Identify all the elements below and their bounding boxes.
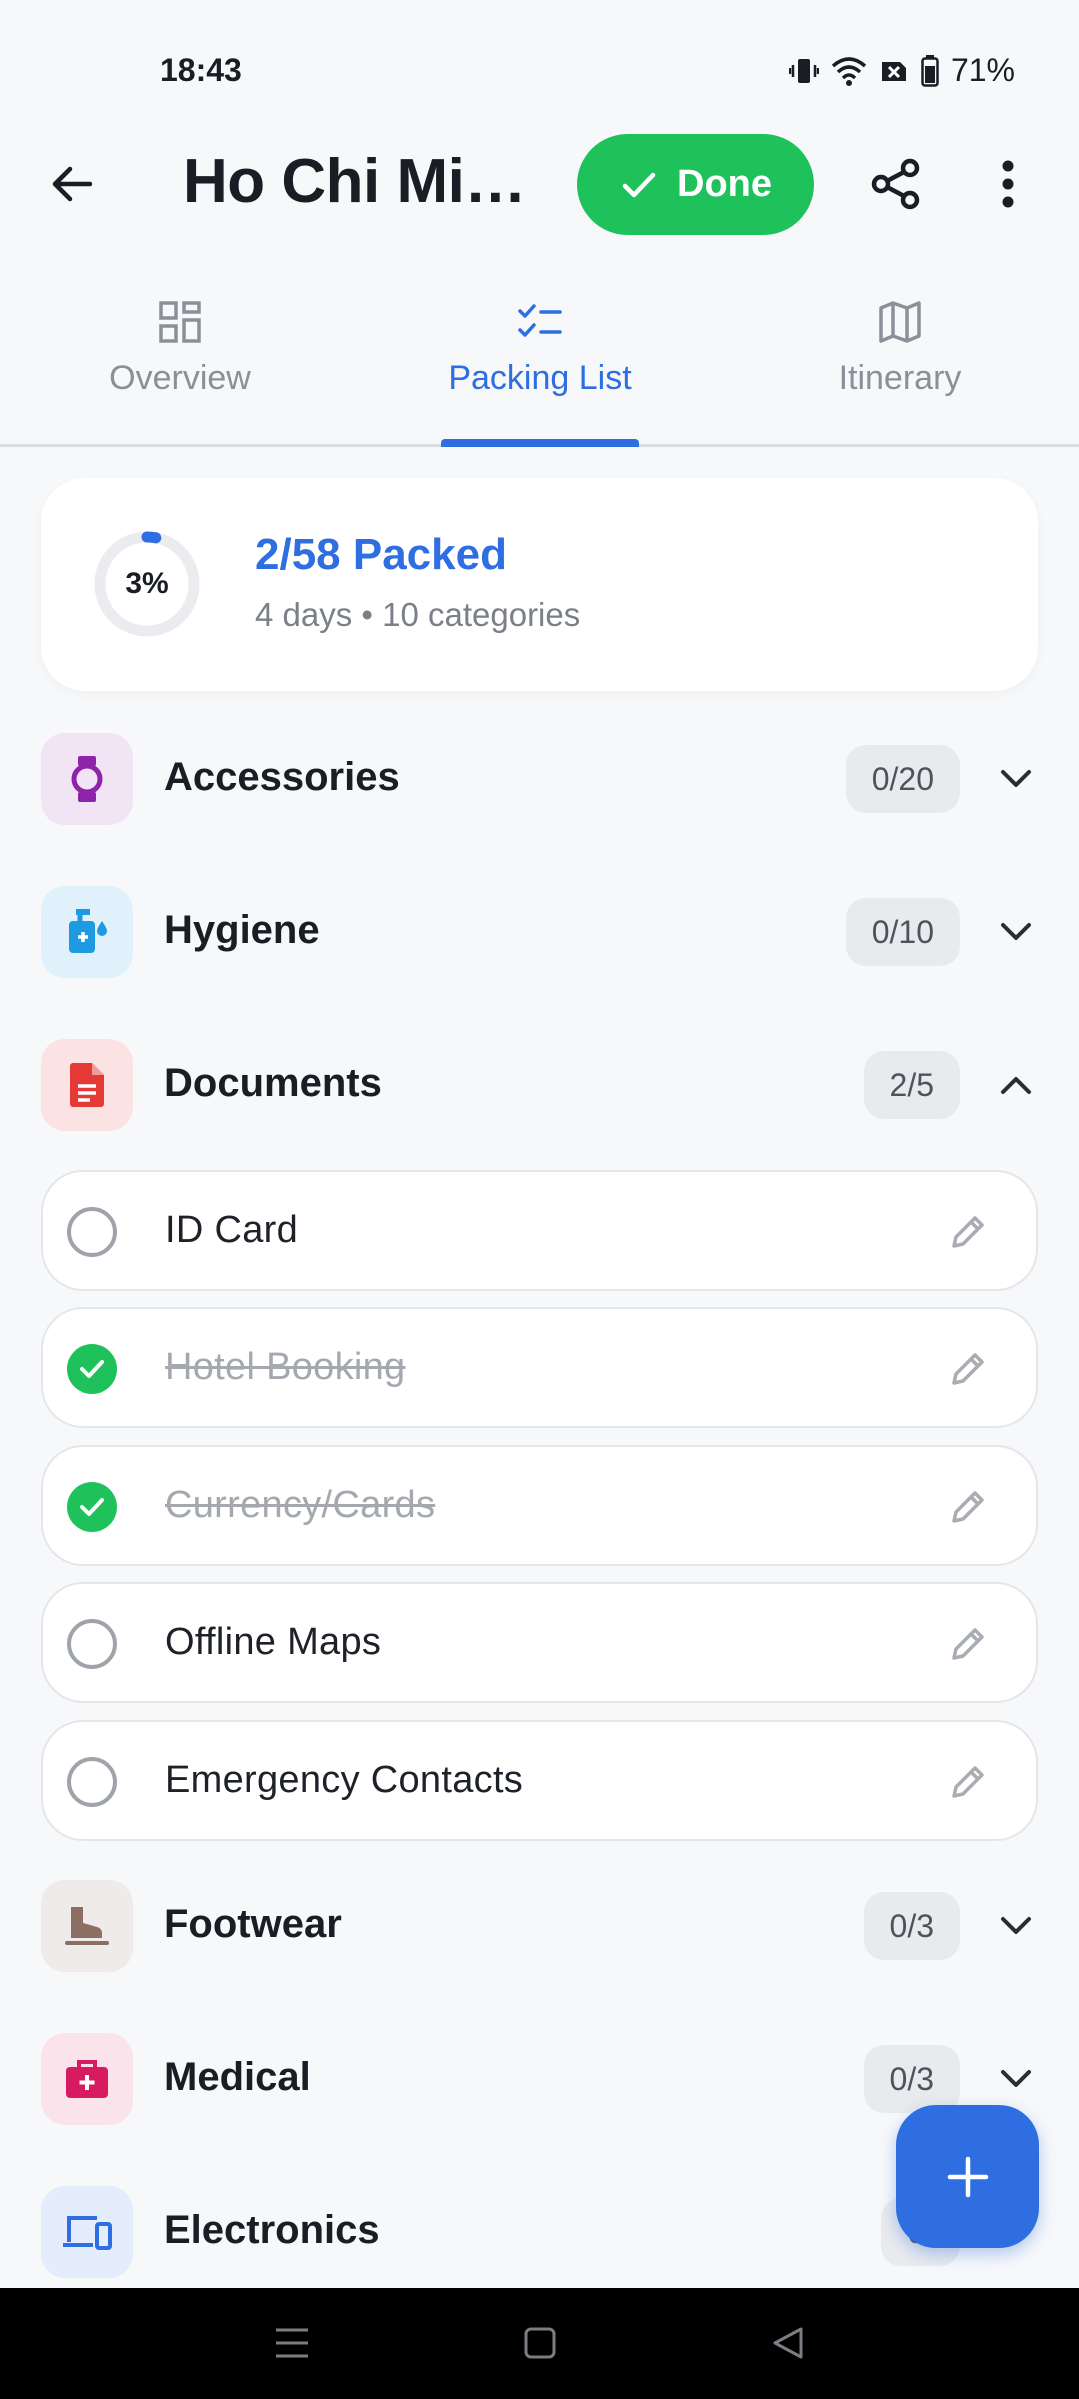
- category-name: Hygiene: [164, 908, 320, 952]
- tab-overview-label: Overview: [109, 359, 251, 397]
- app-bar: Ho Chi Min… Done: [0, 132, 1079, 236]
- document-icon: [41, 1039, 133, 1131]
- trip-summary: 4 days • 10 categories: [255, 596, 581, 633]
- category-name: Electronics: [164, 2208, 380, 2252]
- category-name: Accessories: [164, 755, 400, 799]
- packing-summary-card: 3% 2/58 Packed 4 days • 10 categories: [41, 478, 1038, 691]
- category-documents[interactable]: Documents 2/5: [41, 1039, 1038, 1131]
- more-vertical-icon: [1002, 160, 1014, 208]
- done-button[interactable]: Done: [577, 134, 814, 235]
- category-electronics[interactable]: Electronics 0/: [41, 2186, 1038, 2278]
- status-bar: 18:43 71%: [0, 0, 1079, 130]
- status-time: 18:43: [160, 52, 242, 88]
- item-label: Emergency Contacts: [165, 1759, 524, 1801]
- square-icon: [524, 2327, 556, 2359]
- list-item[interactable]: Hotel Booking: [41, 1307, 1038, 1428]
- list-item[interactable]: Offline Maps: [41, 1582, 1038, 1703]
- chevron-down-icon[interactable]: [994, 910, 1038, 954]
- category-name: Medical: [164, 2055, 311, 2099]
- item-checkbox-checked[interactable]: [67, 1482, 117, 1532]
- item-checkbox-checked[interactable]: [67, 1344, 117, 1394]
- item-checkbox[interactable]: [67, 1757, 117, 1807]
- triangle-back-icon: [773, 2327, 803, 2359]
- item-label: Hotel Booking: [165, 1346, 406, 1388]
- vibrate-icon: [788, 56, 819, 86]
- soap-icon: [41, 886, 133, 978]
- chevron-up-icon[interactable]: [994, 1063, 1038, 1107]
- more-options-button[interactable]: [984, 150, 1032, 218]
- item-label: Currency/Cards: [165, 1484, 436, 1526]
- checklist-icon: [517, 297, 563, 347]
- category-footwear[interactable]: Footwear 0/3: [41, 1880, 1038, 1972]
- chevron-down-icon[interactable]: [994, 2057, 1038, 2101]
- edit-icon[interactable]: [946, 1760, 990, 1804]
- category-medical[interactable]: Medical 0/3: [41, 2033, 1038, 2125]
- progress-percent: 3%: [125, 567, 169, 600]
- tab-packing-list[interactable]: Packing List: [390, 285, 690, 444]
- tab-packing-list-label: Packing List: [448, 359, 632, 397]
- packed-count: 2/58 Packed: [255, 530, 507, 579]
- item-label: Offline Maps: [165, 1621, 382, 1663]
- back-nav-button[interactable]: [758, 2318, 818, 2368]
- menu-icon: [276, 2328, 308, 2358]
- edit-icon[interactable]: [946, 1622, 990, 1666]
- share-button[interactable]: [862, 150, 930, 218]
- edit-icon[interactable]: [946, 1347, 990, 1391]
- tab-itinerary[interactable]: Itinerary: [750, 285, 1050, 444]
- category-count-badge: 0/3: [863, 2045, 960, 2113]
- home-button[interactable]: [510, 2318, 570, 2368]
- category-count-badge: 0/10: [845, 898, 960, 966]
- battery-icon: [921, 54, 939, 87]
- arrow-left-icon: [52, 166, 93, 202]
- check-icon: [622, 172, 656, 197]
- item-label: ID Card: [165, 1209, 299, 1251]
- active-tab-indicator: [441, 439, 639, 447]
- recent-apps-button[interactable]: [262, 2318, 322, 2368]
- category-name: Footwear: [164, 1902, 342, 1946]
- add-item-button[interactable]: [896, 2105, 1039, 2248]
- list-item[interactable]: Currency/Cards: [41, 1445, 1038, 1566]
- plus-icon: [947, 2156, 988, 2197]
- map-icon: [878, 297, 922, 347]
- done-label: Done: [677, 163, 772, 205]
- devices-icon: [41, 2186, 133, 2278]
- battery-level: 71%: [950, 52, 1015, 88]
- medical-kit-icon: [41, 2033, 133, 2125]
- wifi-icon: [831, 56, 867, 86]
- edit-icon[interactable]: [946, 1485, 990, 1529]
- status-icons: 71%: [788, 52, 1015, 89]
- trip-title: Ho Chi Min…: [183, 147, 543, 216]
- back-button[interactable]: [40, 152, 104, 216]
- chevron-down-icon[interactable]: [994, 1904, 1038, 1948]
- category-count-badge: 0/20: [845, 745, 960, 813]
- category-hygiene[interactable]: Hygiene 0/10: [41, 886, 1038, 978]
- check-icon: [80, 1360, 104, 1378]
- tab-bar: Overview Packing List Itinerary: [0, 285, 1079, 447]
- no-sim-icon: [879, 56, 909, 86]
- check-icon: [80, 1498, 104, 1516]
- tab-overview[interactable]: Overview: [30, 285, 330, 444]
- category-count-badge: 0/3: [863, 1892, 960, 1960]
- list-item[interactable]: ID Card: [41, 1170, 1038, 1291]
- item-checkbox[interactable]: [67, 1207, 117, 1257]
- chevron-down-icon[interactable]: [994, 757, 1038, 801]
- tab-itinerary-label: Itinerary: [838, 359, 962, 397]
- category-count-badge: 2/5: [863, 1051, 960, 1119]
- item-checkbox[interactable]: [67, 1619, 117, 1669]
- category-accessories[interactable]: Accessories 0/20: [41, 733, 1038, 825]
- dashboard-icon: [158, 297, 202, 347]
- system-navigation-bar: [0, 2288, 1079, 2399]
- edit-icon[interactable]: [946, 1210, 990, 1254]
- watch-icon: [41, 733, 133, 825]
- category-name: Documents: [164, 1061, 382, 1105]
- share-icon: [871, 158, 920, 210]
- list-item[interactable]: Emergency Contacts: [41, 1720, 1038, 1841]
- boot-icon: [41, 1880, 133, 1972]
